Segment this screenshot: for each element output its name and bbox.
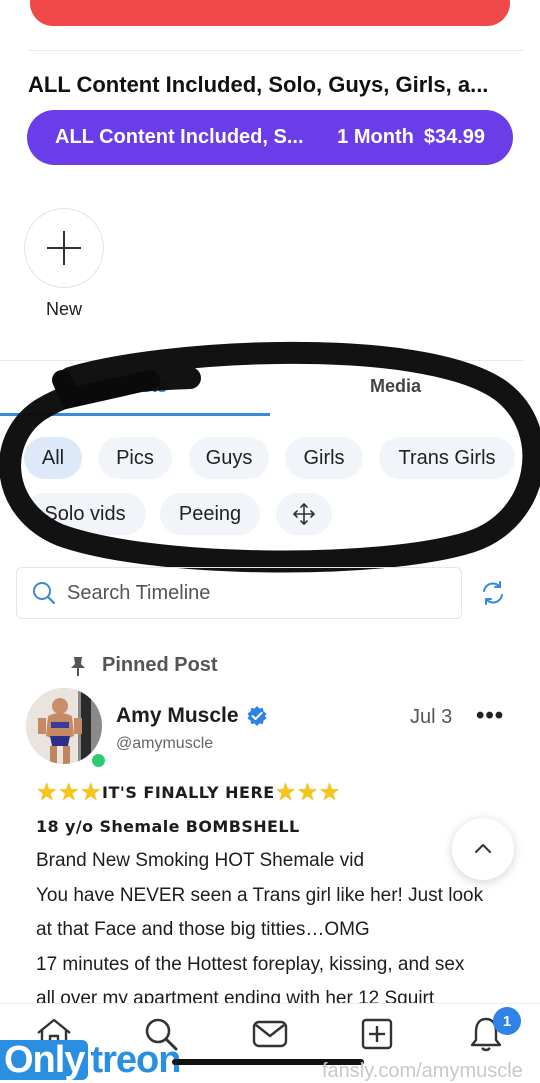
post-subheadline: 18 y/o Shemale BOMBSHELL [36,817,300,836]
post-headline: ★ ★ ★ IT'S FINALLY HERE ★ ★ ★ [36,780,341,804]
reorder-filters-button[interactable] [276,493,332,535]
plus-icon [47,231,81,265]
filter-chip-all[interactable]: All [24,437,82,479]
search-icon [33,582,56,605]
divider [28,50,524,51]
headline-text: IT'S FINALLY HERE [102,782,275,802]
add-post-icon [361,1018,393,1050]
post-text-line: You have NEVER seen a Trans girl like he… [36,885,484,906]
scroll-to-top-button[interactable] [452,818,514,880]
refresh-button[interactable] [480,580,506,611]
filter-chip-girls[interactable]: Girls [285,437,363,479]
pinned-post-label: Pinned Post [102,654,218,676]
refresh-icon [483,581,503,605]
subscribe-price: $34.99 [423,126,485,148]
star-icon: ★ [80,778,103,806]
verified-badge-icon [247,706,267,726]
chevron-up-icon [475,844,491,853]
top-action-button[interactable] [30,0,510,26]
subscription-title: ALL Content Included, Solo, Guys, Girls,… [28,72,489,97]
subscribe-button-label: ALL Content Included, S... [55,126,304,148]
author-handle[interactable]: @amymuscle [116,735,213,753]
nav-messages[interactable] [250,1014,290,1054]
online-status-dot [90,752,107,769]
post-author[interactable]: Amy Muscle [116,704,268,728]
watermark-part1: Only [0,1040,89,1080]
star-icon: ★ [274,778,297,806]
filter-chip-solo-vids[interactable]: Solo vids [24,493,146,535]
pin-icon [71,656,85,676]
avatar[interactable] [26,688,102,764]
star-icon: ★ [318,778,341,806]
post-more-button[interactable]: ••• [476,702,504,730]
watermark-part2: treon [90,1038,181,1081]
filter-chip-pics[interactable]: Pics [98,437,172,479]
mail-icon [252,1020,288,1048]
notification-count-badge: 1 [493,1007,521,1035]
tab-media[interactable]: Media [370,376,421,397]
watermark-logo: Only treon [0,1038,181,1081]
move-icon [293,503,315,525]
star-icon: ★ [58,778,81,806]
post-text-line: Brand New Smoking HOT Shemale vid [36,850,365,871]
avatar-image [26,688,102,764]
nav-create-post[interactable] [357,1014,397,1054]
new-story-label: New [46,299,83,319]
divider [0,360,524,361]
filter-chip-guys[interactable]: Guys [189,437,269,479]
post-date: Jul 3 [410,706,453,728]
subscribe-button[interactable]: ALL Content Included, S... 1 Month $34.9… [27,110,513,165]
post-text-line: at that Face and those big titties…OMG [36,919,370,940]
search-placeholder: Search Timeline [67,581,211,604]
tab-posts[interactable]: Posts [118,376,167,397]
new-story-button[interactable] [24,208,104,288]
active-tab-indicator [0,413,270,416]
author-name: Amy Muscle [116,704,239,727]
star-icon: ★ [36,778,59,806]
post-text-line: 17 minutes of the Hottest foreplay, kiss… [36,954,465,975]
pinned-post-header: Pinned Post [68,654,218,677]
filter-chip-trans-girls[interactable]: Trans Girls [379,437,515,479]
filter-chip-peeing[interactable]: Peeing [160,493,260,535]
subscribe-period: 1 Month [337,126,414,148]
search-timeline-field[interactable]: Search Timeline [16,567,462,619]
star-icon: ★ [296,778,319,806]
